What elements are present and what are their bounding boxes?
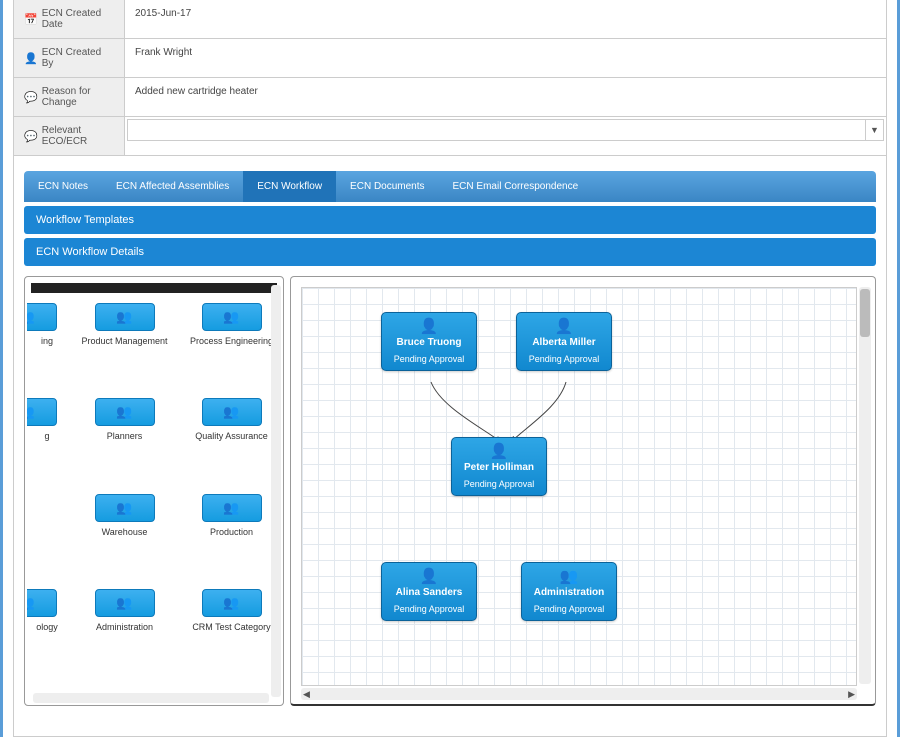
workflow-node-bruce[interactable]: 👤 Bruce Truong Pending Approval (381, 312, 477, 371)
tab-workflow[interactable]: ECN Workflow (243, 171, 336, 202)
person-icon: 👤 (519, 317, 609, 335)
palette-item-partial2[interactable]: 👥 (27, 398, 57, 426)
workflow-editor: 👥ing 👥Product Management 👥Process Engine… (24, 276, 876, 706)
group-icon: 👥 (116, 309, 132, 325)
reason-value[interactable]: Added new cartridge heater (124, 78, 886, 116)
group-icon: 👥 (223, 500, 239, 516)
person-icon: 👤 (384, 317, 474, 335)
person-icon: 👤 (454, 442, 544, 460)
workflow-node-peter[interactable]: 👤 Peter Holliman Pending Approval (451, 437, 547, 496)
user-icon: 👤 (24, 52, 38, 65)
created-by-value: Frank Wright (124, 39, 886, 77)
workflow-canvas[interactable]: 👤 Bruce Truong Pending Approval 👤 Albert… (290, 276, 876, 706)
palette-item-warehouse[interactable]: 👥 (95, 494, 155, 522)
palette-item-crm[interactable]: 👥 (202, 589, 262, 617)
workflow-node-alina[interactable]: 👤 Alina Sanders Pending Approval (381, 562, 477, 621)
ecn-form: 📅ECN Created Date 2015-Jun-17 👤ECN Creat… (14, 0, 886, 156)
person-icon: 👤 (384, 567, 474, 585)
palette-grid[interactable]: 👥ing 👥Product Management 👥Process Engine… (25, 293, 283, 688)
relevant-select-wrap: ▼ (124, 117, 886, 155)
template-palette: 👥ing 👥Product Management 👥Process Engine… (24, 276, 284, 706)
calendar-icon: 📅 (24, 13, 38, 26)
palette-scroll-horizontal[interactable] (33, 693, 269, 703)
canvas-scroll-horizontal[interactable]: ◀ ▶ (301, 688, 857, 700)
group-icon: 👥 (27, 595, 35, 611)
palette-item-product-mgmt[interactable]: 👥 (95, 303, 155, 331)
tab-notes[interactable]: ECN Notes (24, 171, 102, 202)
relevant-select[interactable]: ▼ (127, 119, 884, 141)
palette-item-qa[interactable]: 👥 (202, 398, 262, 426)
created-date-value: 2015-Jun-17 (124, 0, 886, 38)
palette-item-partial1[interactable]: 👥 (27, 303, 57, 331)
group-icon: 👥 (27, 404, 35, 420)
comment-icon: 💬 (24, 91, 38, 104)
scroll-left-icon[interactable]: ◀ (303, 689, 310, 700)
group-icon: 👥 (116, 595, 132, 611)
palette-item-production[interactable]: 👥 (202, 494, 262, 522)
workflow-node-admin[interactable]: 👥 Administration Pending Approval (521, 562, 617, 621)
group-icon: 👥 (524, 567, 614, 585)
dropdown-arrow-icon[interactable]: ▼ (865, 120, 883, 140)
workflow-node-alberta[interactable]: 👤 Alberta Miller Pending Approval (516, 312, 612, 371)
palette-item-process-eng[interactable]: 👥 (202, 303, 262, 331)
panel-workflow-details[interactable]: ECN Workflow Details (24, 238, 876, 266)
reason-label: 💬Reason for Change (14, 78, 124, 116)
created-date-label: 📅ECN Created Date (14, 0, 124, 38)
group-icon: 👥 (116, 404, 132, 420)
palette-item-admin[interactable]: 👥 (95, 589, 155, 617)
panel-workflow-templates[interactable]: Workflow Templates (24, 206, 876, 234)
comment-icon: 💬 (24, 130, 38, 143)
palette-item-planners[interactable]: 👥 (95, 398, 155, 426)
group-icon: 👥 (223, 404, 239, 420)
group-icon: 👥 (27, 309, 35, 325)
scroll-right-icon[interactable]: ▶ (848, 689, 855, 700)
created-by-label: 👤ECN Created By (14, 39, 124, 77)
relevant-label: 💬Relevant ECO/ECR (14, 117, 124, 155)
palette-toolbar (31, 283, 277, 293)
canvas-scroll-vertical[interactable] (859, 287, 871, 684)
tab-email[interactable]: ECN Email Correspondence (439, 171, 593, 202)
group-icon: 👥 (116, 500, 132, 516)
palette-scroll-vertical[interactable] (271, 285, 281, 697)
group-icon: 👥 (223, 595, 239, 611)
tab-documents[interactable]: ECN Documents (336, 171, 438, 202)
palette-item-partial3[interactable]: 👥 (27, 589, 57, 617)
ecn-tabs: ECN Notes ECN Affected Assemblies ECN Wo… (24, 171, 876, 202)
group-icon: 👥 (223, 309, 239, 325)
tab-assemblies[interactable]: ECN Affected Assemblies (102, 171, 243, 202)
